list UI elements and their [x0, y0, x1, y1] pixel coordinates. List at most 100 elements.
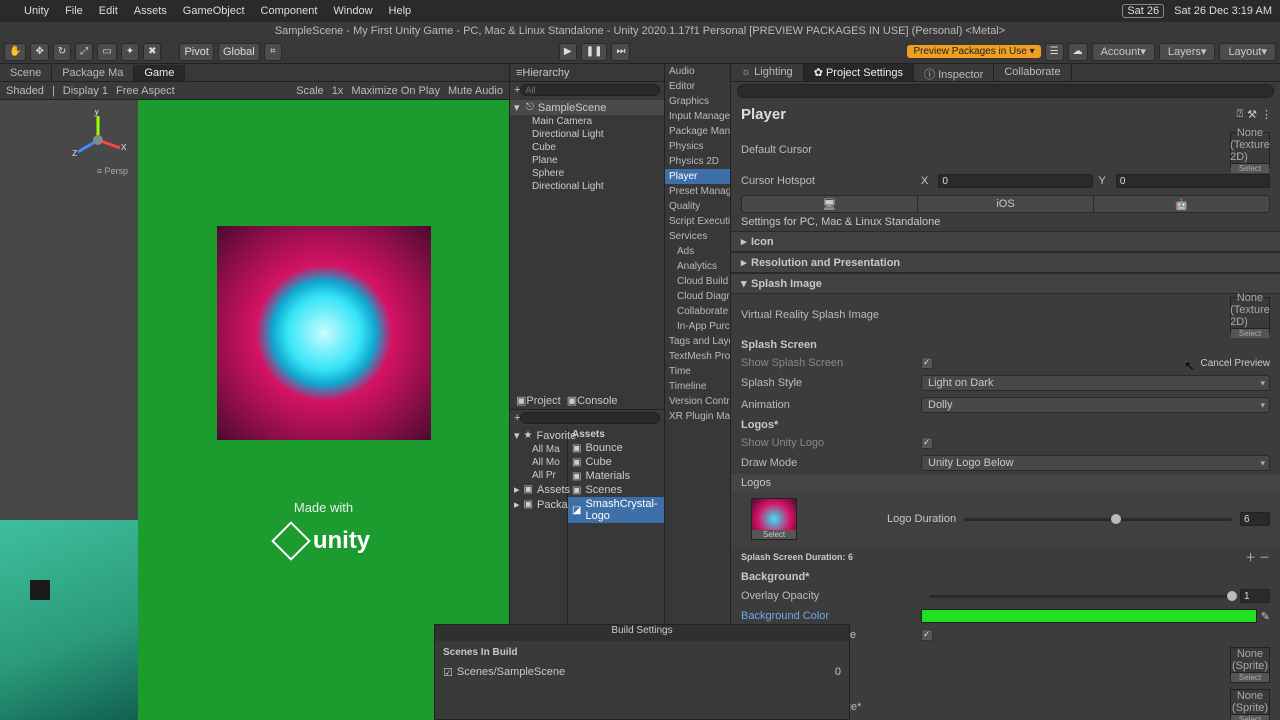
- cursor-texture-slot[interactable]: None (Texture 2D) Select: [1230, 132, 1270, 168]
- logo-slot[interactable]: Select: [751, 498, 797, 540]
- select-button[interactable]: Select: [1231, 163, 1269, 173]
- collab-icon[interactable]: ☰: [1045, 43, 1064, 61]
- menu-window[interactable]: Window: [333, 5, 372, 17]
- select-button[interactable]: Select: [1231, 714, 1269, 720]
- cat-script[interactable]: Script Execution: [665, 214, 730, 229]
- pause-button[interactable]: ❚❚: [581, 43, 608, 61]
- cat-collab[interactable]: Collaborate: [665, 304, 730, 319]
- blur-bg-checkbox[interactable]: [921, 629, 933, 641]
- build-scene-row[interactable]: ☑ Scenes/SampleScene 0: [435, 664, 849, 681]
- cat-xr[interactable]: XR Plugin Management: [665, 409, 730, 424]
- account-dropdown[interactable]: Account ▾: [1092, 43, 1155, 61]
- select-button[interactable]: Select: [752, 530, 796, 539]
- cat-ads[interactable]: Ads: [665, 244, 730, 259]
- build-settings-window[interactable]: Build Settings Scenes In Build ☑ Scenes/…: [434, 624, 850, 720]
- hierarchy-item[interactable]: Plane: [510, 154, 664, 167]
- scale-tool-button[interactable]: ⤢: [75, 43, 93, 61]
- show-unity-logo-checkbox[interactable]: [921, 437, 933, 449]
- cat-services[interactable]: Services: [665, 229, 730, 244]
- scene-view[interactable]: y x z ≡ Persp: [0, 100, 138, 720]
- eyedropper-icon[interactable]: ✎: [1261, 610, 1270, 623]
- layers-dropdown[interactable]: Layers ▾: [1159, 43, 1216, 61]
- hierarchy-item[interactable]: Sphere: [510, 167, 664, 180]
- cat-iap[interactable]: In-App Purchasing: [665, 319, 730, 334]
- platform-android-tab[interactable]: 🤖: [1094, 196, 1269, 212]
- mute-audio-toggle[interactable]: Mute Audio: [448, 85, 503, 97]
- logo-duration-slider[interactable]: [964, 518, 1232, 521]
- rect-tool-button[interactable]: ▭: [97, 43, 116, 61]
- hierarchy-item[interactable]: Main Camera: [510, 115, 664, 128]
- fold-icon[interactable]: ▾: [741, 277, 751, 290]
- tab-inspector[interactable]: ⓘ Inspector: [914, 64, 994, 81]
- hand-tool-button[interactable]: ✋: [4, 43, 26, 61]
- tab-collaborate[interactable]: Collaborate: [994, 64, 1071, 81]
- tab-scene[interactable]: Scene: [0, 65, 52, 81]
- cat-physics[interactable]: Physics: [665, 139, 730, 154]
- hierarchy-item[interactable]: Directional Light: [510, 128, 664, 141]
- step-button[interactable]: ⏭: [611, 43, 630, 61]
- help-icon[interactable]: ⍰: [1237, 108, 1244, 121]
- tab-project-settings[interactable]: ✿ Project Settings: [804, 64, 914, 81]
- hierarchy-item[interactable]: Cube: [510, 141, 664, 154]
- cat-player[interactable]: Player: [665, 169, 730, 184]
- cat-package[interactable]: Package Manager: [665, 124, 730, 139]
- tab-package-manager[interactable]: Package Ma: [52, 65, 134, 81]
- rotate-tool-button[interactable]: ↻: [53, 43, 71, 61]
- cat-editor[interactable]: Editor: [665, 79, 730, 94]
- cat-time[interactable]: Time: [665, 364, 730, 379]
- scale-value[interactable]: 1x: [332, 85, 344, 97]
- asset-item[interactable]: ▣ Cube: [568, 455, 664, 469]
- tab-game[interactable]: Game: [134, 65, 185, 81]
- hierarchy-item[interactable]: Directional Light: [510, 180, 664, 193]
- select-button[interactable]: Select: [1231, 328, 1269, 338]
- cloud-icon[interactable]: ☁: [1068, 43, 1088, 61]
- overlay-opacity-slider[interactable]: [929, 595, 1232, 598]
- splash-style-dropdown[interactable]: Light on Dark: [921, 375, 1270, 391]
- global-toggle[interactable]: Global: [218, 43, 260, 61]
- cat-physics2d[interactable]: Physics 2D: [665, 154, 730, 169]
- cat-quality[interactable]: Quality: [665, 199, 730, 214]
- resolution-section[interactable]: Resolution and Presentation: [751, 257, 900, 269]
- asset-item[interactable]: ▣ Bounce: [568, 441, 664, 455]
- select-button[interactable]: Select: [1231, 672, 1269, 682]
- menu-edit[interactable]: Edit: [99, 5, 118, 17]
- cat-audio[interactable]: Audio: [665, 64, 730, 79]
- hotspot-x-input[interactable]: [938, 174, 1092, 188]
- snap-button[interactable]: ⌗: [264, 43, 282, 61]
- fold-icon[interactable]: ▸: [741, 235, 751, 248]
- icon-section[interactable]: Icon: [751, 236, 774, 248]
- platform-ios-tab[interactable]: iOS: [918, 196, 1094, 212]
- alt-portrait-slot[interactable]: None (Sprite) Select: [1230, 689, 1270, 720]
- scene-cube[interactable]: [30, 580, 50, 600]
- preset-icon[interactable]: ⚒: [1247, 108, 1257, 121]
- assets-folder[interactable]: ▸▣ Assets: [510, 482, 567, 497]
- scene-checkbox[interactable]: ☑: [443, 666, 453, 679]
- game-view[interactable]: Made with unity Build Settings Scenes In…: [138, 100, 509, 720]
- cat-input[interactable]: Input Manager: [665, 109, 730, 124]
- layout-dropdown[interactable]: Layout ▾: [1219, 43, 1276, 61]
- fav-item[interactable]: All Mo: [510, 456, 567, 469]
- cancel-preview-button[interactable]: Cancel Preview: [1201, 358, 1270, 369]
- cat-tmp[interactable]: TextMesh Pro: [665, 349, 730, 364]
- persp-label[interactable]: ≡ Persp: [97, 166, 128, 176]
- console-tab[interactable]: Console: [577, 395, 617, 407]
- settings-search[interactable]: [737, 84, 1274, 98]
- scene-node[interactable]: ▾⎋ SampleScene: [510, 100, 664, 115]
- cat-version[interactable]: Version Control: [665, 394, 730, 409]
- bg-color-swatch[interactable]: [921, 609, 1257, 623]
- bg-image-slot[interactable]: None (Sprite) Select: [1230, 647, 1270, 683]
- cat-cloudbuild[interactable]: Cloud Build: [665, 274, 730, 289]
- custom-tool-button[interactable]: ✖: [143, 43, 161, 61]
- menu-icon[interactable]: ⋮: [1261, 108, 1272, 121]
- transform-tool-button[interactable]: ✦: [121, 43, 139, 61]
- menu-file[interactable]: File: [65, 5, 83, 17]
- cat-graphics[interactable]: Graphics: [665, 94, 730, 109]
- orientation-gizmo-icon[interactable]: y x z: [68, 110, 128, 170]
- cat-timeline[interactable]: Timeline: [665, 379, 730, 394]
- vr-splash-slot[interactable]: None (Texture 2D) Select: [1230, 297, 1270, 333]
- maximize-toggle[interactable]: Maximize On Play: [351, 85, 440, 97]
- pivot-toggle[interactable]: Pivot: [179, 43, 213, 61]
- tab-lighting[interactable]: ☼ Lighting: [731, 64, 804, 81]
- cat-preset[interactable]: Preset Manager: [665, 184, 730, 199]
- cat-analytics[interactable]: Analytics: [665, 259, 730, 274]
